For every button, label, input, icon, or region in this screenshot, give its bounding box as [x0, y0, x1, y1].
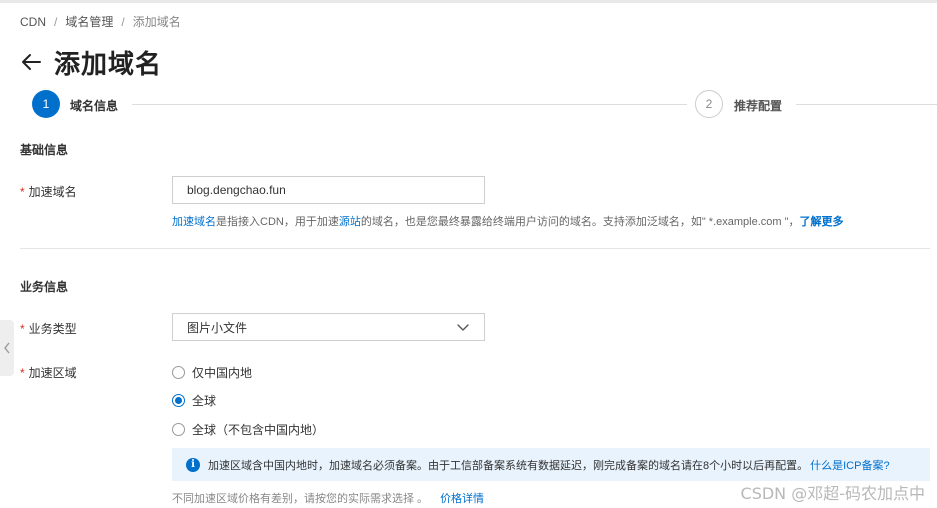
- step-2-label: 推荐配置: [734, 99, 783, 113]
- step-connector: [132, 104, 687, 105]
- business-type-select[interactable]: 图片小文件: [172, 313, 485, 341]
- back-arrow-icon[interactable]: [20, 51, 42, 73]
- required-mark: *: [20, 366, 25, 380]
- chevron-left-icon: [4, 342, 10, 354]
- region-option-label: 仅中国内地: [192, 366, 253, 380]
- breadcrumb: CDN / 域名管理 / 添加域名: [20, 13, 181, 30]
- breadcrumb-separator: /: [54, 14, 58, 29]
- breadcrumb-cdn[interactable]: CDN: [20, 15, 46, 29]
- step-1-circle: 1: [32, 90, 60, 118]
- business-type-label-text: 业务类型: [28, 322, 77, 336]
- basic-info-title: 基础信息: [20, 143, 69, 157]
- breadcrumb-domain-management[interactable]: 域名管理: [65, 13, 113, 30]
- page-header: 添加域名: [20, 44, 162, 80]
- top-border: [0, 0, 937, 3]
- domain-input[interactable]: [172, 176, 485, 204]
- learn-more-link[interactable]: 了解更多: [800, 216, 844, 228]
- help-text-1: 是指接入CDN，用于加速: [216, 216, 339, 228]
- domain-help-text: 加速域名是指接入CDN，用于加速源站的域名，也是您最终暴露给终端用户访问的域名。…: [172, 213, 844, 229]
- page-title: 添加域名: [54, 48, 163, 79]
- region-label: * 加速区域: [20, 364, 77, 381]
- step-1-label: 域名信息: [70, 99, 119, 113]
- section-divider: [20, 248, 930, 249]
- region-option-global[interactable]: 全球: [172, 392, 216, 409]
- step-connector-tail: [796, 104, 937, 105]
- step-indicator: 1 域名信息 2 推荐配置: [32, 90, 937, 120]
- region-label-text: 加速区域: [28, 366, 77, 380]
- price-details-link[interactable]: 价格详情: [440, 493, 484, 505]
- price-note-text: 不同加速区域价格有差别，请按您的实际需求选择 。: [172, 493, 429, 505]
- required-mark: *: [20, 322, 25, 336]
- business-type-label: * 业务类型: [20, 320, 77, 337]
- region-option-mainland[interactable]: 仅中国内地: [172, 364, 252, 381]
- radio-mainland[interactable]: [172, 366, 185, 379]
- icp-info-banner: i 加速区域含中国内地时，加速域名必须备案。由于工信部备案系统有数据延迟，刚完成…: [172, 448, 930, 481]
- collapse-sidebar-handle[interactable]: [0, 320, 14, 376]
- radio-global-excl-mainland[interactable]: [172, 423, 185, 436]
- chevron-down-icon: [457, 324, 469, 331]
- business-type-value: 图片小文件: [187, 320, 248, 335]
- region-option-label: 全球（不包含中国内地）: [192, 423, 325, 437]
- region-option-label: 全球: [192, 394, 217, 408]
- help-link-origin[interactable]: 源站: [339, 216, 361, 228]
- domain-label: * 加速域名: [20, 183, 77, 200]
- required-mark: *: [20, 185, 25, 199]
- help-text-2: 的域名，也是您最终暴露给终端用户访问的域名。支持添加泛域名，如" *.examp…: [360, 216, 800, 228]
- watermark: CSDN @邓超-码农加点中: [740, 484, 925, 503]
- breadcrumb-separator: /: [121, 14, 125, 29]
- breadcrumb-current: 添加域名: [132, 15, 181, 29]
- info-icon: i: [186, 457, 200, 472]
- price-note: 不同加速区域价格有差别，请按您的实际需求选择 。价格详情: [172, 490, 484, 506]
- icp-link[interactable]: 什么是ICP备案?: [810, 457, 889, 473]
- step-2-circle: 2: [695, 90, 723, 118]
- radio-global[interactable]: [172, 394, 185, 407]
- domain-label-text: 加速域名: [28, 185, 77, 199]
- info-text: 加速区域含中国内地时，加速域名必须备案。由于工信部备案系统有数据延迟，刚完成备案…: [208, 459, 809, 472]
- region-option-global-excl-mainland[interactable]: 全球（不包含中国内地）: [172, 421, 324, 438]
- help-link-domain[interactable]: 加速域名: [172, 216, 216, 228]
- business-info-title: 业务信息: [20, 280, 69, 294]
